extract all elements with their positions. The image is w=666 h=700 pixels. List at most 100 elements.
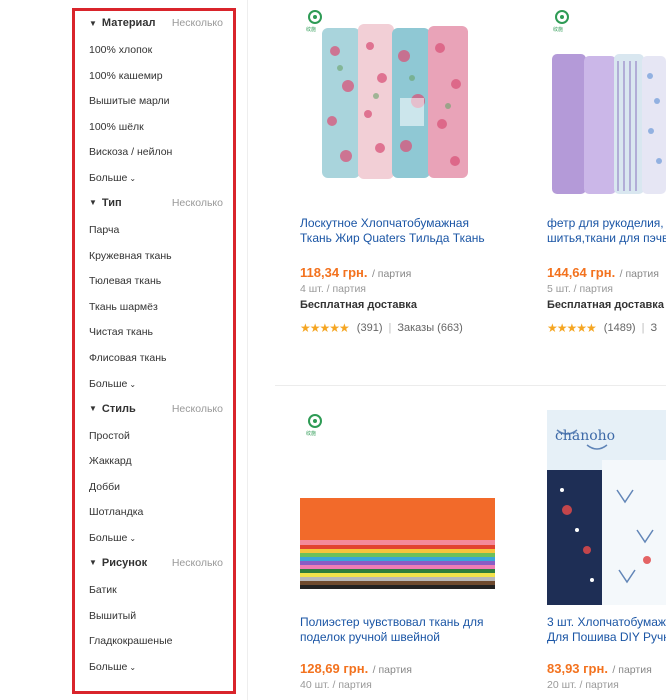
- triangle-down-icon: ▼: [89, 558, 97, 568]
- show-more-label: Больше: [89, 377, 128, 390]
- show-more-button[interactable]: Больше ⌄: [89, 526, 223, 551]
- product-title-line: поделок ручной швейной: [300, 630, 440, 644]
- show-more-button[interactable]: Больше ⌄: [89, 655, 223, 680]
- filter-option[interactable]: Вискоза / нейлон: [89, 140, 223, 166]
- product-title-line: 3 шт. Хлопчатобумажн: [547, 615, 666, 629]
- review-count[interactable]: (391): [357, 322, 383, 334]
- product-image[interactable]: 纹施: [547, 6, 666, 201]
- product-card[interactable]: 纹施 фетр для рукоделия, т шитья,ткани для…: [547, 6, 666, 336]
- orders-count[interactable]: Заказы (663): [397, 322, 463, 334]
- fabric-rolls-image: [300, 6, 495, 201]
- show-more-button[interactable]: Больше ⌄: [89, 372, 223, 397]
- price-unit: / партия: [612, 664, 652, 676]
- filter-group-title: Рисунок: [101, 556, 148, 569]
- product-image[interactable]: 纹施: [300, 410, 495, 605]
- filter-option[interactable]: Шотландка: [89, 500, 223, 526]
- chevron-down-icon: ⌄: [129, 533, 137, 543]
- filter-option[interactable]: Простой: [89, 424, 223, 450]
- filter-option[interactable]: 100% кашемир: [89, 64, 223, 90]
- separator: |: [388, 322, 392, 334]
- product-price: 144,64 грн.: [547, 265, 616, 280]
- price-row: 83,93 грн. / партия: [547, 660, 652, 678]
- product-title-link[interactable]: Полиэстер чувствовал ткань для поделок р…: [300, 615, 500, 645]
- price-row: 144,64 грн. / партия: [547, 264, 659, 282]
- filter-option[interactable]: Кружевная ткань: [89, 244, 223, 270]
- filter-option[interactable]: Гладкокрашеные: [89, 629, 223, 655]
- filter-option[interactable]: Добби: [89, 475, 223, 501]
- rating-row: ★★★★★ (391) | Заказы (663): [300, 321, 463, 335]
- felt-rolls-image: [547, 6, 666, 201]
- multi-select-link[interactable]: Несколько: [172, 557, 223, 569]
- filter-option[interactable]: Вышитый: [89, 604, 223, 630]
- product-card[interactable]: chanoho 3 шт. Хлопчатобумажн Для Пошива …: [547, 390, 666, 700]
- brand-logo-text: 纹施: [306, 27, 317, 33]
- filter-group-material: ▼ Материал Несколько 100% хлопок 100% ка…: [75, 13, 233, 191]
- triangle-down-icon: ▼: [89, 198, 97, 208]
- chevron-down-icon: ⌄: [129, 662, 137, 672]
- filter-group-pattern: ▼ Рисунок Несколько Батик Вышитый Гладко…: [75, 553, 233, 680]
- filter-group-toggle[interactable]: ▼ Материал: [89, 17, 155, 29]
- triangle-down-icon: ▼: [89, 18, 97, 28]
- product-title-line: Полиэстер чувствовал ткань для: [300, 615, 484, 629]
- filter-option[interactable]: 100% хлопок: [89, 38, 223, 64]
- filter-group-toggle[interactable]: ▼ Стиль: [89, 403, 136, 415]
- brand-logo-icon: [555, 10, 569, 24]
- price-row: 118,34 грн. / партия: [300, 264, 411, 282]
- price-unit: / партия: [371, 268, 412, 280]
- product-card[interactable]: 纹施 Полиэстер чувствовал ткань для подело…: [300, 390, 500, 700]
- product-title-line: Для Пошива DIY Ручн: [547, 630, 666, 644]
- price-row: 128,69 грн. / партия: [300, 660, 412, 678]
- chevron-down-icon: ⌄: [129, 173, 137, 183]
- filter-option[interactable]: Батик: [89, 578, 223, 604]
- filter-group-header: ▼ Рисунок Несколько: [89, 553, 223, 573]
- multi-select-link[interactable]: Несколько: [172, 17, 223, 29]
- product-title-link[interactable]: фетр для рукоделия, т шитья,ткани для пэ…: [547, 216, 666, 246]
- image-logo-text: chanoho: [555, 428, 616, 444]
- filter-group-title: Материал: [101, 17, 156, 29]
- product-title-line: Ткань Жир Quaters Тильда Ткань: [300, 231, 485, 245]
- show-more-button[interactable]: Больше ⌄: [89, 166, 223, 191]
- filter-group-header: ▼ Стиль Несколько: [89, 399, 223, 419]
- filter-option[interactable]: Тюлевая ткань: [89, 269, 223, 295]
- orders-count[interactable]: З: [650, 322, 657, 334]
- product-image[interactable]: chanoho: [547, 410, 666, 605]
- product-card[interactable]: 纹施 Лоскутное Хлопчатобумажная Ткань Жир …: [300, 6, 500, 336]
- filter-option[interactable]: Парча: [89, 218, 223, 244]
- filter-option[interactable]: 100% шёлк: [89, 115, 223, 141]
- show-more-label: Больше: [89, 531, 128, 544]
- product-price: 83,93 грн.: [547, 661, 608, 676]
- filter-group-toggle[interactable]: ▼ Рисунок: [89, 557, 147, 569]
- filter-option[interactable]: Ткань шармёз: [89, 295, 223, 321]
- multi-select-link[interactable]: Несколько: [172, 403, 223, 415]
- product-title-line: Лоскутное Хлопчатобумажная: [300, 216, 469, 230]
- brand-logo-text: 纹施: [553, 27, 564, 33]
- filter-option[interactable]: Чистая ткань: [89, 320, 223, 346]
- multi-select-link[interactable]: Несколько: [172, 197, 223, 209]
- filter-group-style: ▼ Стиль Несколько Простой Жаккард Добби …: [75, 399, 233, 551]
- product-title-link[interactable]: 3 шт. Хлопчатобумажн Для Пошива DIY Ручн: [547, 615, 666, 645]
- filter-option[interactable]: Флисовая ткань: [89, 346, 223, 372]
- filter-group-header: ▼ Тип Несколько: [89, 193, 223, 213]
- lot-quantity: 20 шт. / партия: [547, 679, 619, 691]
- price-unit: / партия: [372, 664, 412, 676]
- rating-row: ★★★★★ (1489) | З: [547, 321, 657, 335]
- review-count[interactable]: (1489): [604, 322, 636, 334]
- brand-logo-icon: [308, 10, 322, 24]
- filter-group-title: Стиль: [101, 402, 136, 415]
- lot-quantity: 5 шт. / партия: [547, 283, 613, 295]
- product-image[interactable]: 纹施: [300, 6, 495, 201]
- star-rating-icon: ★★★★★: [547, 321, 597, 335]
- filter-group-title: Тип: [101, 196, 122, 209]
- filter-group-toggle[interactable]: ▼ Тип: [89, 197, 122, 209]
- felt-stack-image: [300, 410, 495, 605]
- show-more-label: Больше: [89, 660, 128, 673]
- chevron-down-icon: ⌄: [129, 379, 137, 389]
- product-title-link[interactable]: Лоскутное Хлопчатобумажная Ткань Жир Qua…: [300, 216, 500, 246]
- product-title-line: шитья,ткани для пэчв: [547, 231, 666, 245]
- filter-group-type: ▼ Тип Несколько Парча Кружевная ткань Тю…: [75, 193, 233, 397]
- price-unit: / партия: [619, 268, 659, 280]
- star-rating-icon: ★★★★★: [300, 321, 350, 335]
- filter-option[interactable]: Жаккард: [89, 449, 223, 475]
- free-shipping-label: Бесплатная доставка: [300, 299, 417, 311]
- filter-option[interactable]: Вышитые марли: [89, 89, 223, 115]
